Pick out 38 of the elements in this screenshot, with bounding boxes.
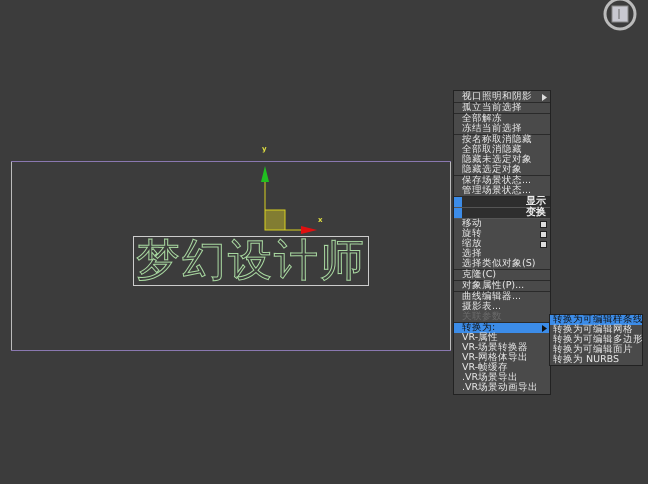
menu-item[interactable]: 对象属性(P)...	[454, 281, 550, 291]
menu-item[interactable]: 转换为 NURBS	[550, 355, 642, 365]
menu-item[interactable]: 全部解冻	[454, 114, 550, 124]
menu-item[interactable]: 曲线编辑器...	[454, 292, 550, 302]
menu-item[interactable]: 转换为可编辑网格	[550, 325, 642, 335]
menu-item[interactable]: VR-网格体导出	[454, 353, 550, 363]
quad-header: 变换	[454, 208, 550, 219]
menu-item[interactable]: 缩放	[454, 239, 550, 249]
menu-item[interactable]: 选择	[454, 249, 550, 259]
menu-item[interactable]: VR-属性	[454, 333, 550, 343]
submenu-arrow-icon	[542, 324, 547, 332]
menu-item[interactable]: .VR场景动画导出	[454, 383, 550, 393]
menu-item[interactable]: 选择类似对象(S)	[454, 259, 550, 269]
menu-item[interactable]: 隐藏未选定对象	[454, 155, 550, 165]
menu-item[interactable]: .VR场景导出	[454, 373, 550, 383]
menu-item[interactable]: 转换为可编辑面片	[550, 345, 642, 355]
menu-item[interactable]: 摄影表...	[454, 302, 550, 312]
menu-item[interactable]: 旋转	[454, 229, 550, 239]
menu-item[interactable]: 冻结当前选择	[454, 124, 550, 134]
menu-item[interactable]: 按名称取消隐藏	[454, 135, 550, 145]
menu-item[interactable]: VR-场景转换器	[454, 343, 550, 353]
settings-box-icon[interactable]	[540, 230, 547, 238]
menu-item[interactable]: 隐藏选定对象	[454, 165, 550, 175]
menu-item[interactable]: 克隆(C)	[454, 270, 550, 280]
menu-item[interactable]: 管理场景状态...	[454, 186, 550, 196]
menu-item[interactable]: 移动	[454, 219, 550, 229]
menu-item[interactable]: 转换为可编辑多边形	[550, 335, 642, 345]
settings-box-icon[interactable]	[540, 240, 547, 248]
menu-item[interactable]: 保存场景状态...	[454, 176, 550, 186]
menu-item[interactable]: 孤立当前选择	[454, 103, 550, 113]
menu-item[interactable]: VR-帧缓存	[454, 363, 550, 373]
menu-item[interactable]: 转换为可编辑样条线	[550, 315, 642, 325]
menu-item[interactable]: 全部取消隐藏	[454, 145, 550, 155]
submenu-arrow-icon	[542, 94, 547, 100]
text-object: 梦幻设计师	[133, 236, 369, 286]
menu-item[interactable]: 视口照明和阴影	[454, 92, 550, 102]
menu-item[interactable]: 转换为:	[454, 323, 550, 333]
settings-box-icon[interactable]	[540, 220, 547, 228]
